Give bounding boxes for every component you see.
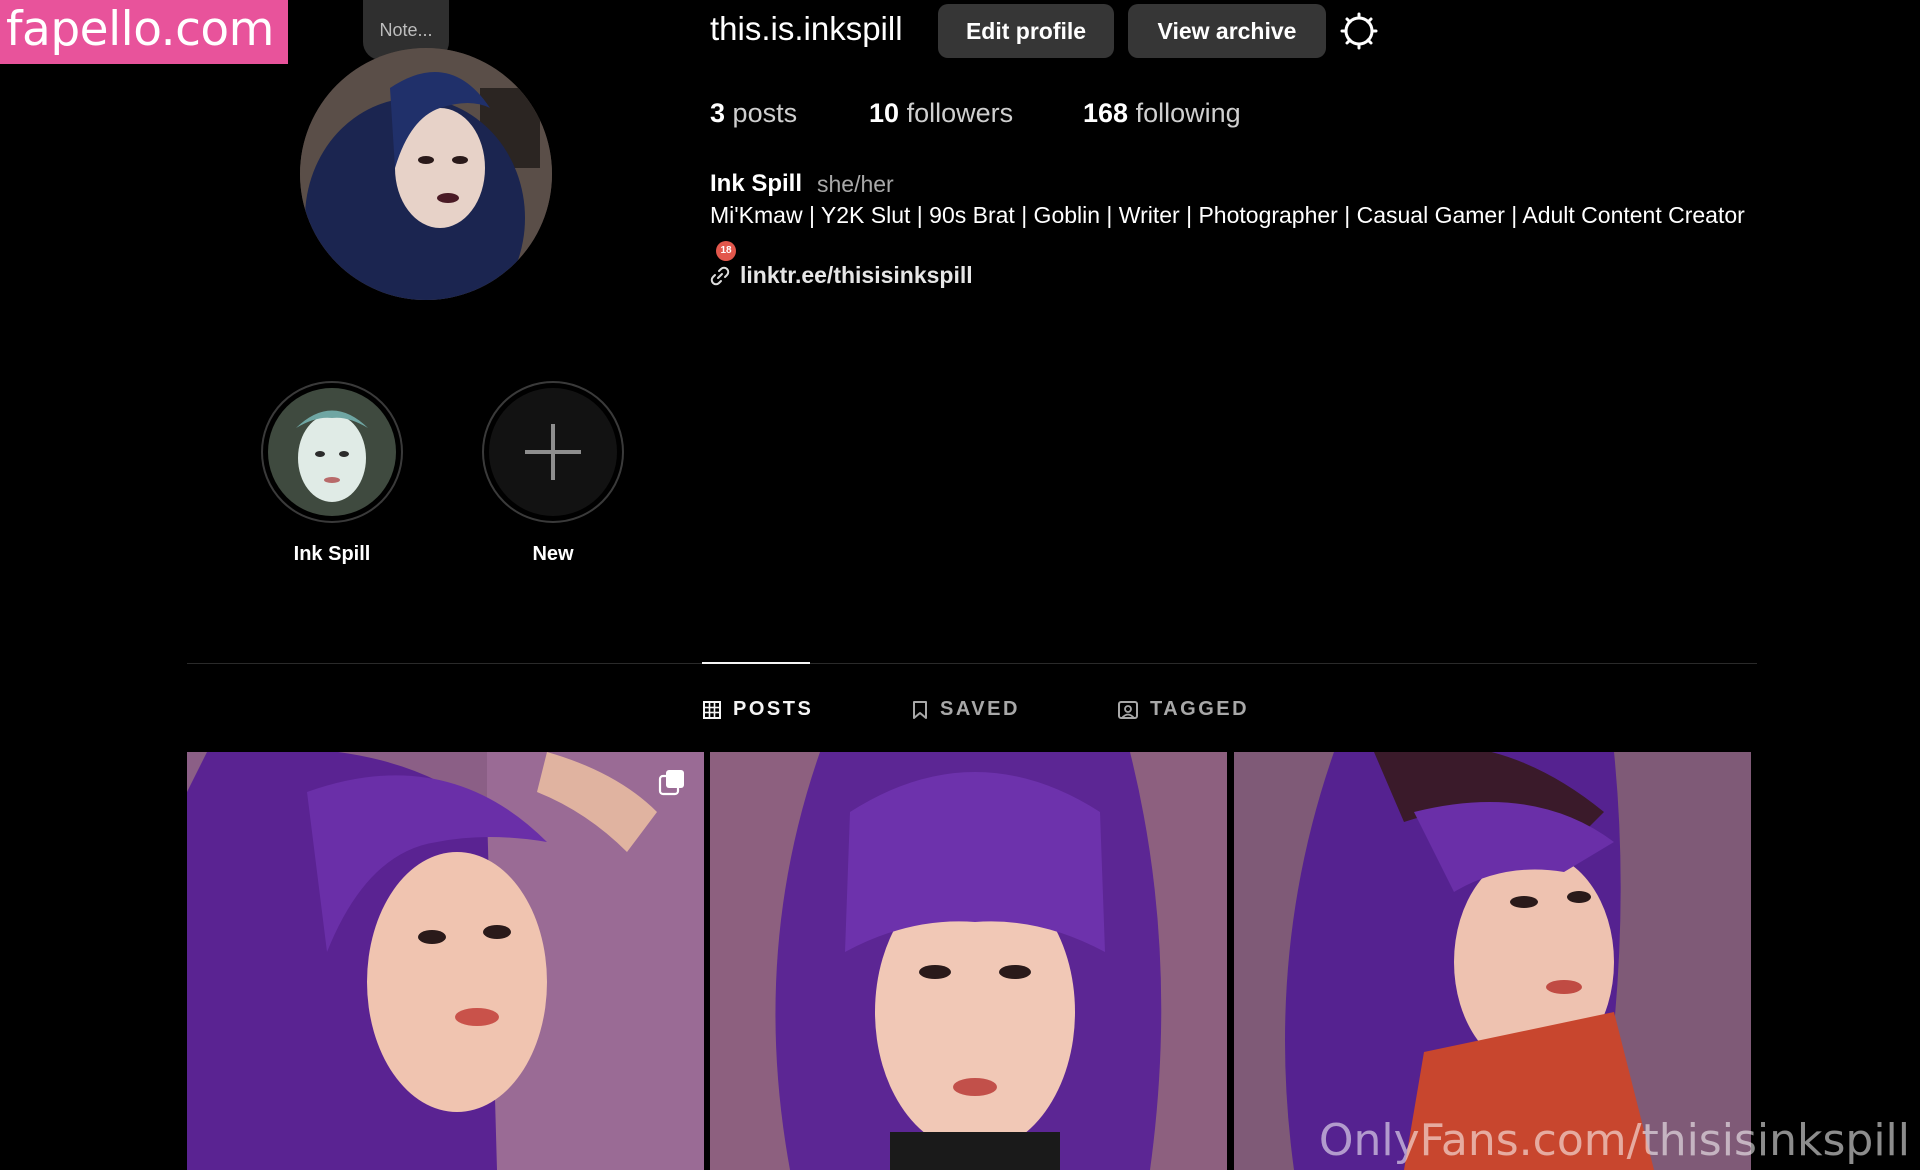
multiple-photos-icon [658, 770, 684, 796]
bio-text-content: Mi'Kmaw | Y2K Slut | 90s Brat | Goblin |… [710, 202, 1745, 228]
posts-count-number: 3 [710, 98, 726, 128]
plus-icon [525, 424, 581, 480]
tabs-divider [187, 663, 1757, 664]
highlight-thumbnail [268, 388, 396, 516]
following-count[interactable]: 168 following [1083, 98, 1241, 129]
post-photo [187, 752, 704, 1170]
tab-saved[interactable]: SAVED [912, 698, 1020, 721]
highlight-label: Ink Spill [293, 543, 371, 565]
avatar-photo [300, 48, 552, 300]
profile-username: this.is.inkspill [710, 10, 903, 47]
profile-avatar[interactable] [300, 48, 552, 300]
following-count-label: following [1135, 98, 1241, 128]
followers-count-number: 10 [869, 98, 900, 128]
post-photo [1234, 752, 1751, 1170]
tab-posts-label: POSTS [733, 698, 814, 720]
active-tab-indicator [702, 662, 810, 664]
view-archive-button[interactable]: View archive [1128, 4, 1326, 58]
followers-count-label: followers [906, 98, 1014, 128]
bookmark-icon [913, 700, 927, 719]
bio-link-text: linktr.ee/thisisinkspill [740, 262, 973, 288]
note-label: Note... [379, 19, 433, 40]
settings-gear-icon[interactable] [1340, 12, 1378, 50]
highlight-ink-spill[interactable] [261, 381, 403, 523]
new-highlight-circle [489, 388, 617, 516]
age-18-icon: 18 [716, 241, 736, 261]
bio-text: Mi'Kmaw | Y2K Slut | 90s Brat | Goblin |… [710, 200, 1750, 262]
followers-count[interactable]: 10 followers [869, 98, 1013, 129]
edit-profile-button[interactable]: Edit profile [938, 4, 1114, 58]
post-photo [710, 752, 1227, 1170]
posts-count: 3 posts [710, 98, 797, 129]
tab-posts[interactable]: POSTS [703, 698, 813, 721]
posts-count-label: posts [732, 98, 798, 128]
grid-icon [703, 700, 721, 719]
post-thumbnail[interactable] [1234, 752, 1751, 1170]
post-thumbnail[interactable] [710, 752, 1227, 1170]
footer-watermark: OnlyFans.com/thisisinkspill [1318, 1115, 1910, 1166]
new-highlight-label: New [532, 543, 574, 565]
bio-link[interactable]: linktr.ee/thisisinkspill [710, 262, 973, 289]
post-thumbnail[interactable] [187, 752, 704, 1170]
tab-saved-label: SAVED [940, 698, 1020, 720]
new-highlight-button[interactable] [482, 381, 624, 523]
display-name: Ink Spill [710, 170, 803, 197]
tab-tagged-label: TAGGED [1150, 698, 1250, 720]
following-count-number: 168 [1083, 98, 1129, 128]
pronouns: she/her [817, 171, 894, 197]
tab-tagged[interactable]: TAGGED [1118, 698, 1249, 721]
tagged-user-icon [1118, 700, 1138, 719]
link-icon [710, 266, 730, 285]
site-watermark: fapello.com [0, 0, 288, 64]
